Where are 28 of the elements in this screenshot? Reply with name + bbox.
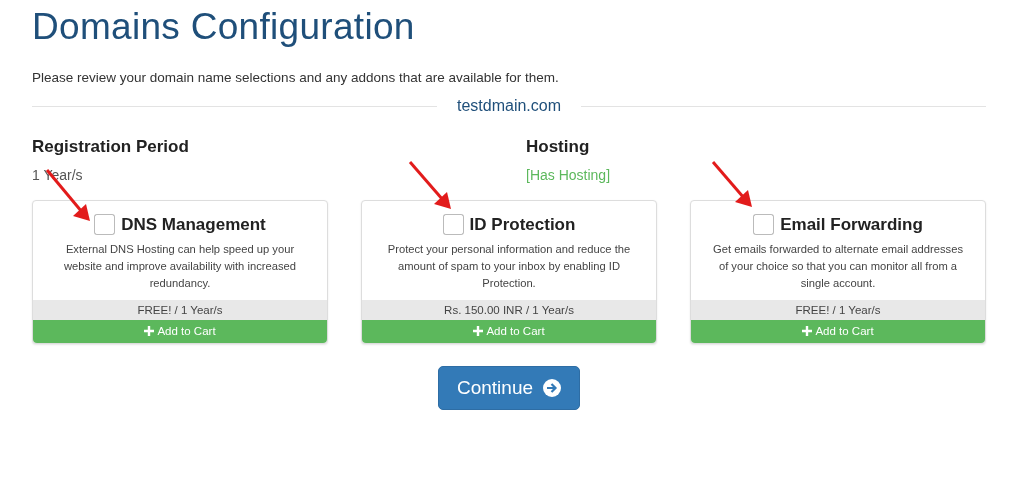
addon-checkbox[interactable] [442,214,464,235]
registration-label: Registration Period [32,137,190,157]
arrow-icon [712,161,752,207]
domain-name: testdmain.com [457,97,562,115]
addon-description: External DNS Hosting can help speed up your website and improve availability with increased redundancy. [63,242,297,291]
arrow-icon [409,161,451,209]
add-to-cart-button[interactable]: Add to Cart [362,320,656,343]
addon-description: Protect your personal information and reduce the amount of spam to your inbox by enabling ID Protection. [386,242,632,291]
addon-name: ID Protection [469,214,576,235]
continue-button[interactable]: Continue [437,366,581,410]
addon-checkbox[interactable] [753,214,775,235]
add-to-cart-button[interactable]: Add to Cart [33,320,327,343]
plus-icon [144,326,155,336]
intro-text: Please review your domain name selections and any addons that are available for them. [32,70,560,85]
hosting-value: [Has Hosting] [526,167,612,183]
addon-name: Email Forwarding [780,214,923,235]
plus-icon [473,326,484,336]
plus-icon [802,326,813,336]
addon-checkbox[interactable] [94,214,116,235]
addon-description: Get emails forwarded to alternate email addresses of your choice so that you can monitor all from a single account. [712,242,964,291]
addon-price: Rs. 150.00 INR / 1 Year/s [362,300,656,320]
addon-name: DNS Management [121,214,266,235]
hosting-label: Hosting [526,137,591,157]
addon-price: FREE! / 1 Year/s [691,300,985,320]
arrow-circle-icon [543,379,562,397]
add-to-cart-button[interactable]: Add to Cart [691,320,985,343]
page-title: Domains Configuration [32,6,416,48]
addon-price: FREE! / 1 Year/s [33,300,327,320]
